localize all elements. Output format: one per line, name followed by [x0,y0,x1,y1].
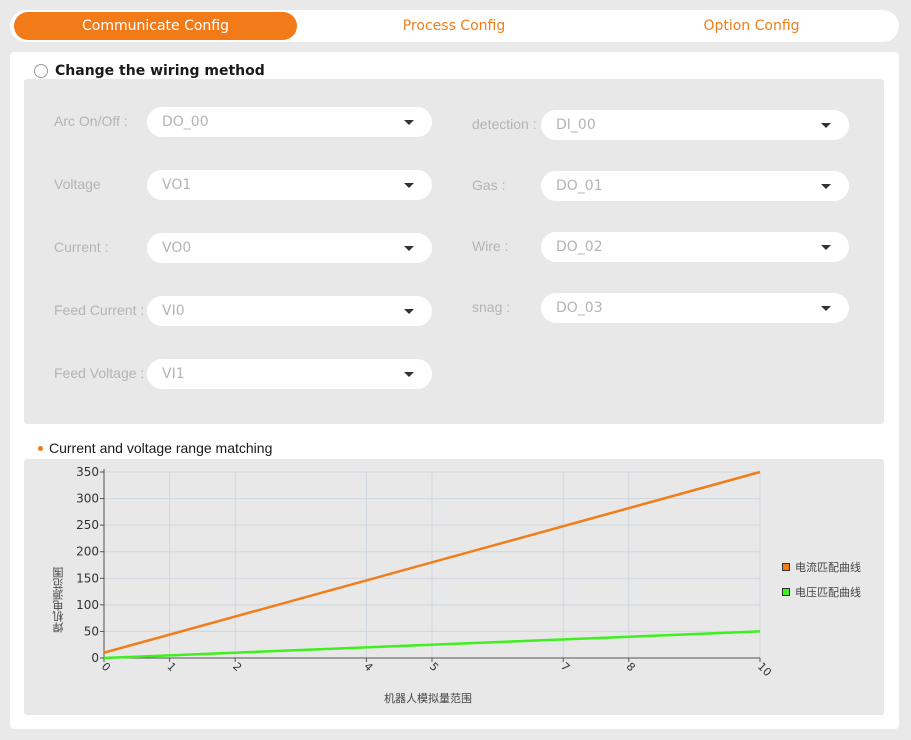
y-tick-label: 200 [76,545,99,559]
gas-value: DO_01 [556,178,603,194]
x-axis-title: 机器人模拟量范围 [384,692,472,705]
x-tick-label: 8 [624,660,638,674]
voltage-value: VO1 [162,177,192,193]
chevron-down-icon [404,120,414,125]
feed-current-value: VI0 [162,303,185,319]
y-tick-label: 250 [76,518,99,532]
voltage-select[interactable]: VO1 [147,170,432,200]
legend-label: 电流匹配曲线 [795,561,861,574]
wire-select[interactable]: DO_02 [541,232,849,262]
radio-button[interactable] [34,64,48,78]
x-tick-label: 2 [230,660,244,674]
x-tick-label: 0 [99,660,113,674]
feed-current-label: Feed Current : [54,302,145,318]
y-tick-label: 0 [91,651,99,665]
arc-on-off-select[interactable]: DO_00 [147,107,432,137]
current-select[interactable]: VO0 [147,233,432,263]
wire-label: Wire : [472,238,509,254]
y-tick-label: 50 [84,624,99,638]
chevron-down-icon [404,246,414,251]
y-tick-label: 150 [76,571,99,585]
snag-value: DO_03 [556,300,603,316]
chevron-down-icon [821,123,831,128]
legend-label: 电压匹配曲线 [795,586,861,599]
range-matching-heading: Current and voltage range matching [38,439,272,457]
x-tick-label: 10 [755,660,774,679]
chevron-down-icon [821,306,831,311]
config-tab-bar: Communicate Config Process Config Option… [10,10,899,42]
tab-process-config[interactable]: Process Config [311,12,597,40]
legend-item-current[interactable]: 电流匹配曲线 [782,560,861,574]
wire-value: DO_02 [556,239,603,255]
wiring-method-option[interactable]: Change the wiring method [34,63,265,79]
gas-label: Gas : [472,177,506,193]
x-tick-label: 1 [164,660,178,674]
y-tick-label: 300 [76,492,99,506]
arc-on-off-label: Arc On/Off : [54,113,128,129]
arc-on-off-value: DO_00 [162,114,209,130]
chevron-down-icon [404,309,414,314]
detection-select[interactable]: DI_00 [541,110,849,140]
feed-voltage-label: Feed Voltage : [54,365,145,381]
feed-voltage-value: VI1 [162,366,185,382]
wiring-method-label: Change the wiring method [55,63,265,79]
chevron-down-icon [404,183,414,188]
range-matching-title: Current and voltage range matching [49,440,273,456]
snag-label: snag : [472,299,511,315]
current-value: VO0 [162,240,192,256]
io-config-box: Arc On/Off : DO_00 Voltage VO1 Current :… [24,79,884,424]
tab-option-config[interactable]: Option Config [608,12,895,40]
current-label: Current : [54,239,109,255]
chevron-down-icon [404,372,414,377]
x-tick-label: 4 [361,660,375,674]
legend-swatch [782,563,790,571]
y-axis-title: 焊机电源范围 [52,567,65,633]
tab-communicate-config[interactable]: Communicate Config [14,12,297,40]
bullet-dot-icon [38,445,43,451]
voltage-label: Voltage [54,176,101,192]
chevron-down-icon [821,245,831,250]
detection-value: DI_00 [556,117,596,133]
range-matching-chart: 0 50 100 150 200 250 300 350 0 1 2 4 5 7 8 10 焊机电源范围 机器… [24,459,884,715]
feed-voltage-select[interactable]: VI1 [147,359,432,389]
x-tick-label: 5 [427,660,441,674]
feed-current-select[interactable]: VI0 [147,296,432,326]
legend-swatch [782,588,790,596]
config-panel: Change the wiring method Arc On/Off : DO… [10,52,899,729]
y-tick-label: 100 [76,598,99,612]
snag-select[interactable]: DO_03 [541,293,849,323]
y-tick-label: 350 [76,465,99,479]
legend-item-voltage[interactable]: 电压匹配曲线 [782,585,861,599]
gas-select[interactable]: DO_01 [541,171,849,201]
x-tick-label: 7 [558,660,572,674]
chevron-down-icon [821,184,831,189]
line-chart: 0 50 100 150 200 250 300 350 0 1 2 4 5 7 8 10 [76,465,774,679]
detection-label: detection : [472,116,537,132]
